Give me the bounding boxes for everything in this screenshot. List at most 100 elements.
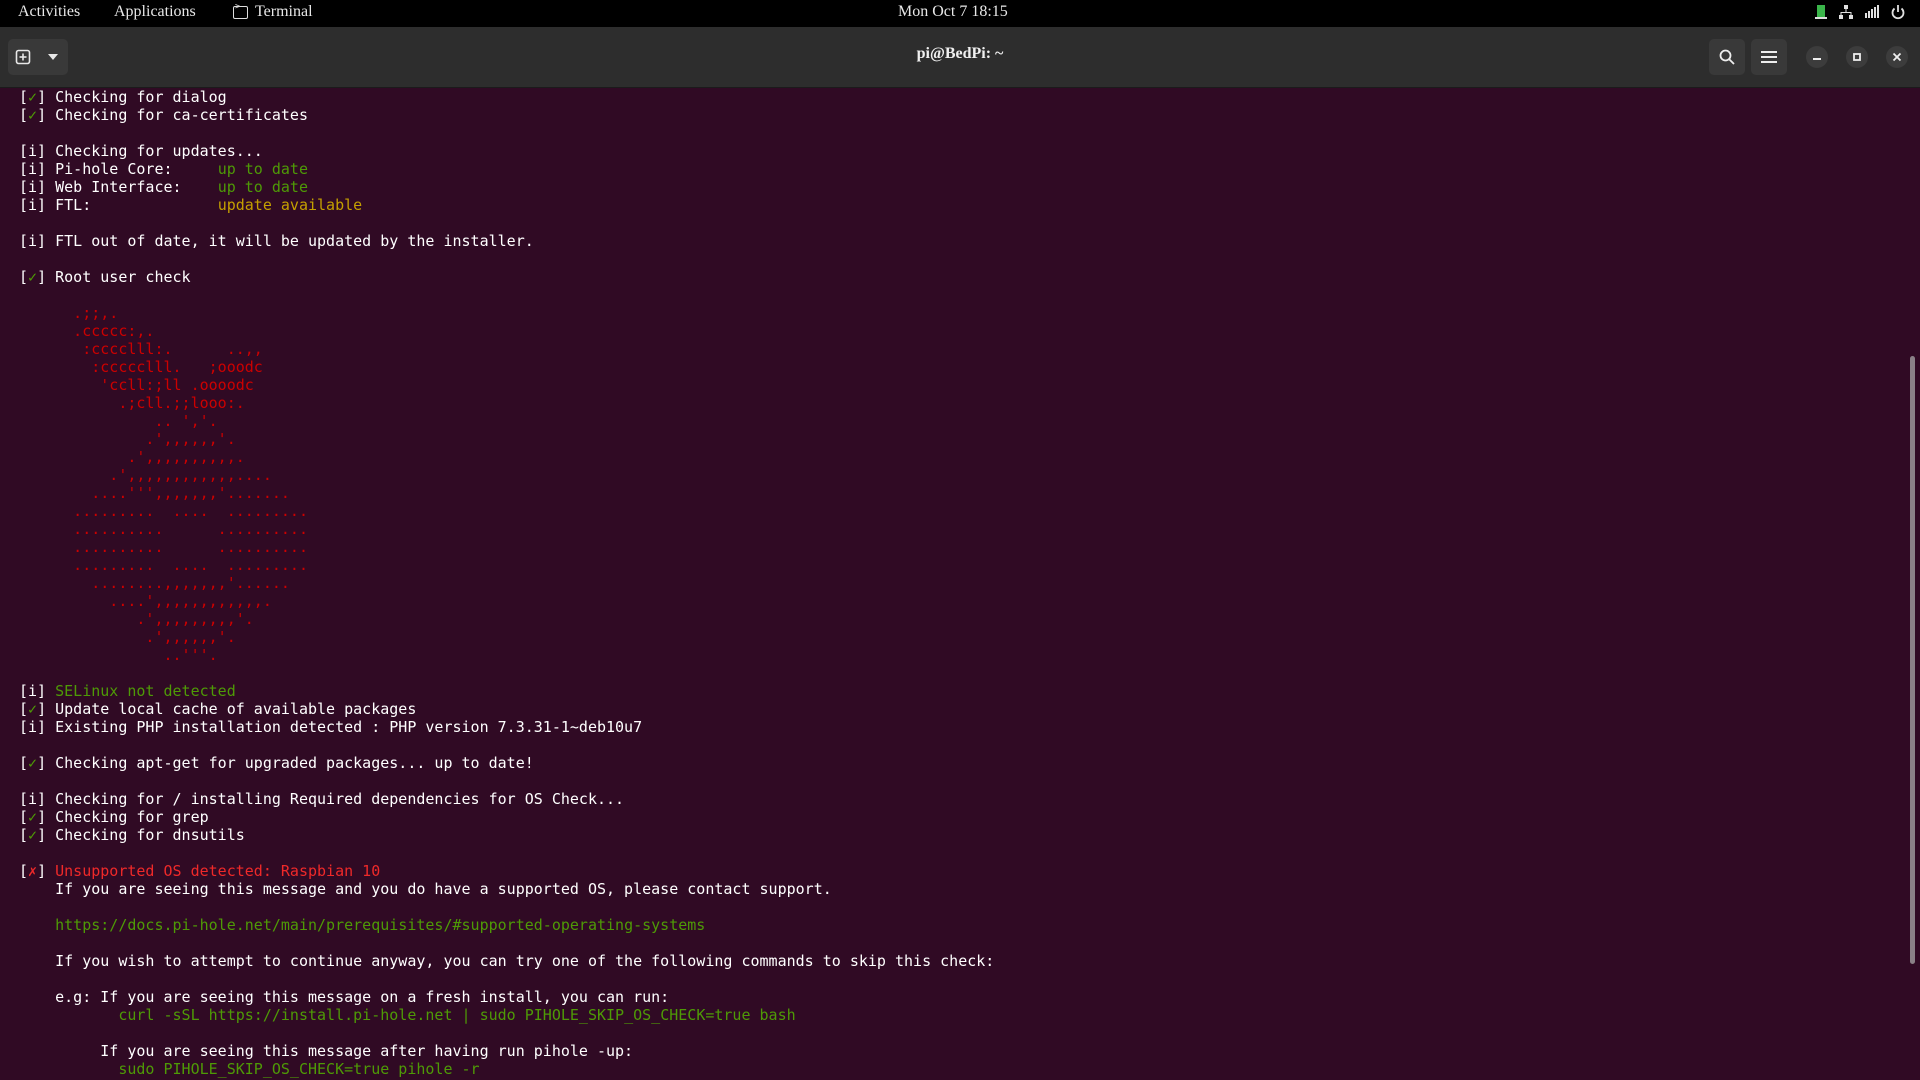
terminal-header-bar: pi@BedPi: ~ xyxy=(0,27,1920,88)
terminal-line: .......... .......... xyxy=(19,538,994,556)
terminal-line: [✓] Checking for dialog xyxy=(19,88,994,106)
terminal-line: .',,,,,,,,,,,,.... xyxy=(19,466,994,484)
terminal-text-segment: If you are seeing this message and you d… xyxy=(19,880,832,898)
terminal-text-segment: .',,,,,,,,,,,,.... xyxy=(19,466,272,484)
gnome-top-bar: Activities Applications Terminal Mon Oct… xyxy=(0,0,1920,27)
app-menu-label: Terminal xyxy=(255,3,313,20)
terminal-text-segment: Unsupported OS detected: Raspbian 10 xyxy=(55,862,381,880)
terminal-text-segment: [i] Checking for / installing Required d… xyxy=(19,790,625,808)
terminal-line: .ccccc:,. xyxy=(19,322,994,340)
close-button[interactable] xyxy=(1886,46,1908,68)
terminal-text-segment: [ xyxy=(19,268,29,286)
volume-icon[interactable] xyxy=(1864,4,1880,25)
terminal-text-segment: ] xyxy=(37,862,56,880)
terminal-line: [i] Checking for / installing Required d… xyxy=(19,790,994,808)
terminal-text-segment: [ xyxy=(19,88,29,106)
terminal-text-segment: ..'''. xyxy=(19,646,218,664)
terminal-text-segment: ] Checking apt-get for upgraded packages… xyxy=(37,754,534,772)
terminal-text-segment: 'ccll:;ll .oooodc xyxy=(19,376,254,394)
terminal-line: .;;,. xyxy=(19,304,994,322)
terminal-text-segment: ....''',,,,,,,'....... xyxy=(19,484,290,502)
scrollbar[interactable] xyxy=(1910,356,1915,964)
terminal-line: :ccccclll. ;ooodc xyxy=(19,358,994,376)
terminal-text-segment: [i] FTL: xyxy=(19,196,218,214)
terminal-view[interactable]: [✓] Checking for dialog [✓] Checking for … xyxy=(0,88,1920,1080)
terminal-text-segment: sudo PIHOLE_SKIP_OS_CHECK=true pihole -r xyxy=(118,1060,480,1078)
terminal-text-segment: [ xyxy=(19,826,29,844)
app-menu-terminal[interactable]: Terminal xyxy=(233,2,313,21)
search-button[interactable] xyxy=(1709,39,1745,75)
terminal-text-segment: [i] Pi-hole Core: xyxy=(19,160,218,178)
hamburger-icon xyxy=(1761,51,1777,63)
terminal-line: .',,,,,,'. xyxy=(19,430,994,448)
terminal-line: If you wish to attempt to continue anywa… xyxy=(19,952,994,970)
terminal-line: [✓] Root user check xyxy=(19,268,994,286)
terminal-line: .',,,,,,,,,,. xyxy=(19,448,994,466)
minimize-icon xyxy=(1813,58,1821,60)
terminal-text-segment: :cccclll:. ..,, xyxy=(19,340,263,358)
terminal-text-segment: :ccccclll. ;ooodc xyxy=(19,358,263,376)
terminal-text-segment: .',,,,,,,,,'. xyxy=(19,610,254,628)
terminal-line: .',,,,,,'. xyxy=(19,628,994,646)
terminal-line: ....',,,,,,,,,,,,. xyxy=(19,592,994,610)
terminal-text-segment: ] Root user check xyxy=(37,268,191,286)
terminal-text-segment: update available xyxy=(217,196,363,214)
power-icon[interactable] xyxy=(1890,4,1906,25)
terminal-line: .',,,,,,,,,'. xyxy=(19,610,994,628)
terminal-text-segment: SELinux not detected xyxy=(55,682,236,700)
terminal-text-segment: ✓ xyxy=(28,826,38,844)
applications-menu[interactable]: Applications xyxy=(114,3,196,21)
terminal-text-segment: [i] xyxy=(19,682,56,700)
terminal-text-segment: ....',,,,,,,,,,,,. xyxy=(19,592,272,610)
terminal-text-segment: ] Checking for grep xyxy=(37,808,209,826)
terminal-text-segment: [ xyxy=(19,754,29,772)
terminal-line: [✓] Checking apt-get for upgraded packag… xyxy=(19,754,994,772)
terminal-line: [✓] Checking for ca-certificates xyxy=(19,106,994,124)
terminal-line: [i] Pi-hole Core: up to date xyxy=(19,160,994,178)
window-title: pi@BedPi: ~ xyxy=(916,45,1004,62)
terminal-text-segment: .ccccc:,. xyxy=(19,322,155,340)
maximize-icon xyxy=(1853,53,1861,61)
search-icon xyxy=(1719,49,1735,65)
terminal-text-segment: ✓ xyxy=(28,268,38,286)
terminal-line: e.g: If you are seeing this message on a… xyxy=(19,988,994,1006)
terminal-text-segment: ✗ xyxy=(28,862,38,880)
terminal-line: ........,,,,,,,'...... xyxy=(19,574,994,592)
activities-button[interactable]: Activities xyxy=(18,3,80,21)
terminal-text-segment: ] Checking for ca-certificates xyxy=(37,106,308,124)
terminal-line: ......... .... ......... xyxy=(19,556,994,574)
terminal-line: [i] Checking for updates... xyxy=(19,142,994,160)
terminal-text-segment: [ xyxy=(19,106,29,124)
network-icon[interactable] xyxy=(1838,4,1854,25)
terminal-text-segment: .. ','. xyxy=(19,412,218,430)
terminal-line: [i] SELinux not detected xyxy=(19,682,994,700)
minimize-button[interactable] xyxy=(1806,46,1828,68)
terminal-line: If you are seeing this message and you d… xyxy=(19,880,994,898)
clock[interactable]: Mon Oct 7 18:15 xyxy=(898,3,1008,21)
terminal-line: .. ','. xyxy=(19,412,994,430)
terminal-text-segment: .',,,,,,'. xyxy=(19,430,236,448)
terminal-line: .;cll.;;looo:. xyxy=(19,394,994,412)
system-tray[interactable] xyxy=(1814,4,1906,25)
terminal-text-segment: ........,,,,,,,'...... xyxy=(19,574,290,592)
terminal-text-segment: ] Checking for dnsutils xyxy=(37,826,245,844)
terminal-text-segment: .;cll.;;looo:. xyxy=(19,394,245,412)
terminal-text-segment: .',,,,,,'. xyxy=(19,628,236,646)
hamburger-menu-button[interactable] xyxy=(1751,39,1787,75)
maximize-button[interactable] xyxy=(1846,46,1868,68)
terminal-text-segment: .',,,,,,,,,,. xyxy=(19,448,245,466)
monitor-icon[interactable] xyxy=(1814,4,1828,25)
terminal-line: :cccclll:. ..,, xyxy=(19,340,994,358)
terminal-text-segment: [i] Checking for updates... xyxy=(19,142,263,160)
terminal-line: [i] FTL out of date, it will be updated … xyxy=(19,232,994,250)
terminal-text-segment: If you wish to attempt to continue anywa… xyxy=(19,952,995,970)
terminal-text-segment: curl -sSL https://install.pi-hole.net | … xyxy=(118,1006,796,1024)
close-icon xyxy=(1892,52,1902,62)
